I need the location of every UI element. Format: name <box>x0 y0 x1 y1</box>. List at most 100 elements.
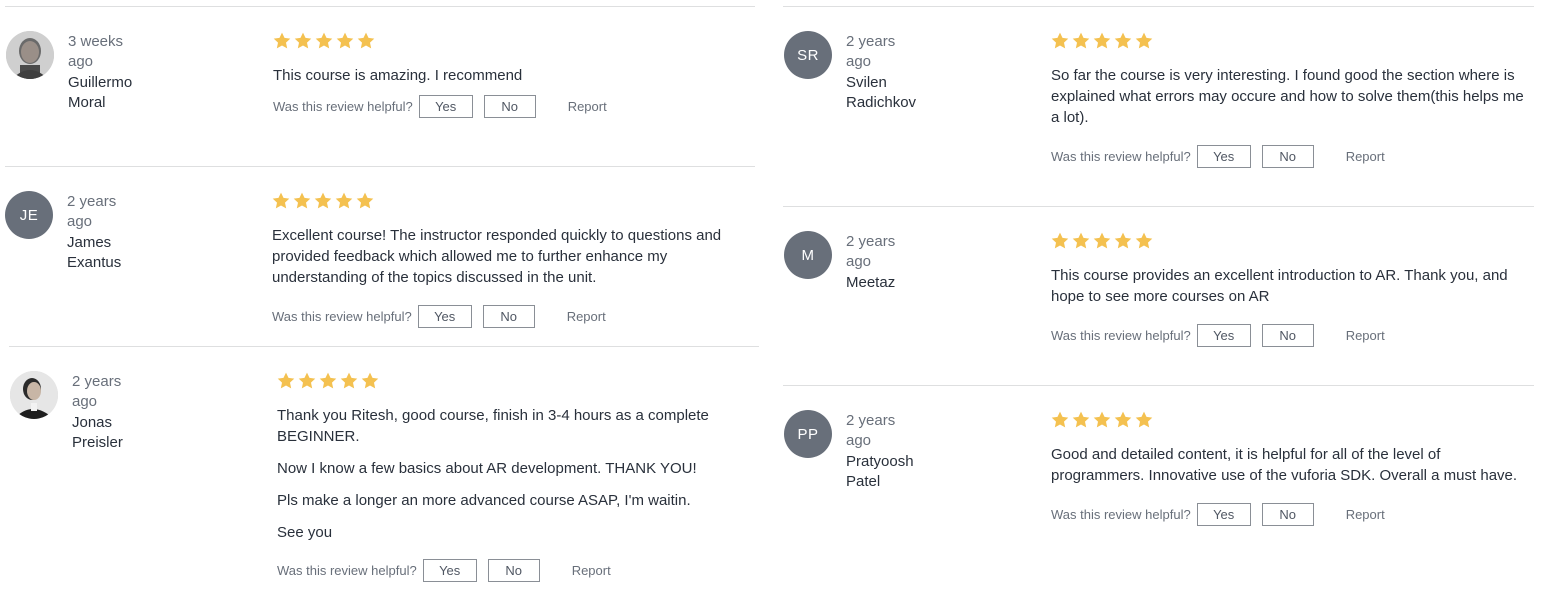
report-link[interactable]: Report <box>572 563 611 578</box>
no-button[interactable]: No <box>482 305 535 328</box>
avatar-initials: M <box>801 246 815 264</box>
star-icon <box>356 192 374 209</box>
review-content: Thank you Ritesh, good course, finish in… <box>277 405 747 543</box>
star-icon <box>314 192 332 209</box>
reviewer-name: Svilen Radichkov <box>846 74 917 111</box>
avatar-initials: JE <box>19 206 39 224</box>
star-icon <box>1051 232 1069 249</box>
user-photo-icon <box>10 371 58 419</box>
helpful-question: Was this review helpful? <box>1051 328 1191 343</box>
no-button[interactable]: No <box>1261 324 1314 347</box>
review-content: This course provides an excellent introd… <box>1051 265 1531 307</box>
review-text: This course provides an excellent introd… <box>1051 267 1508 305</box>
helpful-question: Was this review helpful? <box>277 563 417 578</box>
report-link[interactable]: Report <box>1346 328 1385 343</box>
star-icon <box>298 372 316 389</box>
divider <box>5 6 755 7</box>
reviews-page: 3 weeks ago Guillermo Moral This course … <box>0 0 1544 594</box>
star-icon <box>272 192 290 209</box>
yes-button[interactable]: Yes <box>422 559 477 582</box>
review-text: Now I know a few basics about AR develop… <box>277 460 697 477</box>
divider <box>783 6 1534 7</box>
star-rating <box>1051 411 1531 429</box>
avatar-initials: PP <box>797 425 819 443</box>
helpful-row: Was this review helpful? Yes No Report <box>273 95 753 118</box>
star-icon <box>336 32 354 49</box>
helpful-row: Was this review helpful? Yes No Report <box>277 559 747 582</box>
review-content: This course is amazing. I recommend <box>273 65 753 86</box>
star-icon <box>361 372 379 389</box>
yes-button[interactable]: Yes <box>418 95 473 118</box>
star-rating <box>273 32 753 50</box>
yes-button[interactable]: Yes <box>417 305 472 328</box>
star-icon <box>1093 232 1111 249</box>
star-icon <box>1114 411 1132 428</box>
review-text: Good and detailed content, it is helpful… <box>1051 446 1518 484</box>
review-time: 2 years ago <box>846 412 896 449</box>
star-rating <box>272 192 752 210</box>
helpful-row: Was this review helpful? Yes No Report <box>1051 324 1531 347</box>
reviewer-name: James Exantus <box>67 234 122 271</box>
helpful-question: Was this review helpful? <box>1051 149 1191 164</box>
review-time: 3 weeks ago <box>68 33 124 70</box>
star-icon <box>1093 32 1111 49</box>
star-icon <box>294 32 312 49</box>
review-text: See you <box>277 524 333 541</box>
yes-button[interactable]: Yes <box>1196 145 1251 168</box>
star-rating <box>1051 232 1531 250</box>
divider <box>5 166 755 167</box>
divider <box>9 346 759 347</box>
yes-button[interactable]: Yes <box>1196 503 1251 526</box>
review-content: Good and detailed content, it is helpful… <box>1051 444 1531 486</box>
helpful-row: Was this review helpful? Yes No Report <box>272 305 752 328</box>
report-link[interactable]: Report <box>568 99 607 114</box>
star-icon <box>1051 411 1069 428</box>
report-link[interactable]: Report <box>1346 149 1385 164</box>
review-time: 2 years ago <box>72 373 122 410</box>
avatar: M <box>784 231 832 279</box>
report-link[interactable]: Report <box>1346 507 1385 522</box>
star-rating <box>1051 32 1531 50</box>
review-text: Thank you Ritesh, good course, finish in… <box>277 407 709 445</box>
star-icon <box>1072 32 1090 49</box>
review-text: Pls make a longer an more advanced cours… <box>277 492 691 509</box>
star-icon <box>1114 232 1132 249</box>
no-button[interactable]: No <box>1261 503 1314 526</box>
star-icon <box>277 372 295 389</box>
avatar-initials: SR <box>797 46 819 64</box>
yes-button[interactable]: Yes <box>1196 324 1251 347</box>
star-icon <box>293 192 311 209</box>
star-icon <box>1072 411 1090 428</box>
star-icon <box>1051 32 1069 49</box>
avatar: SR <box>784 31 832 79</box>
star-icon <box>315 32 333 49</box>
review-time: 2 years ago <box>846 233 896 270</box>
helpful-row: Was this review helpful? Yes No Report <box>1051 145 1531 168</box>
reviewer-name: Meetaz <box>846 274 896 291</box>
review-text: This course is amazing. I recommend <box>273 67 523 84</box>
star-icon <box>335 192 353 209</box>
review-text: So far the course is very interesting. I… <box>1051 67 1524 126</box>
no-button[interactable]: No <box>483 95 536 118</box>
no-button[interactable]: No <box>1261 145 1314 168</box>
star-icon <box>1114 32 1132 49</box>
review-time: 2 years ago <box>846 33 896 70</box>
review-content: So far the course is very interesting. I… <box>1051 65 1531 128</box>
star-icon <box>1093 411 1111 428</box>
star-rating <box>277 372 747 390</box>
star-icon <box>273 32 291 49</box>
reviewer-name: Pratyoosh Patel <box>846 453 914 490</box>
avatar: JE <box>5 191 53 239</box>
star-icon <box>1135 411 1153 428</box>
star-icon <box>1135 32 1153 49</box>
avatar: PP <box>784 410 832 458</box>
star-icon <box>319 372 337 389</box>
report-link[interactable]: Report <box>567 309 606 324</box>
avatar <box>6 31 54 79</box>
review-time: 2 years ago <box>67 193 117 230</box>
star-icon <box>357 32 375 49</box>
helpful-question: Was this review helpful? <box>273 99 413 114</box>
helpful-question: Was this review helpful? <box>1051 507 1191 522</box>
no-button[interactable]: No <box>487 559 540 582</box>
divider <box>783 206 1534 207</box>
